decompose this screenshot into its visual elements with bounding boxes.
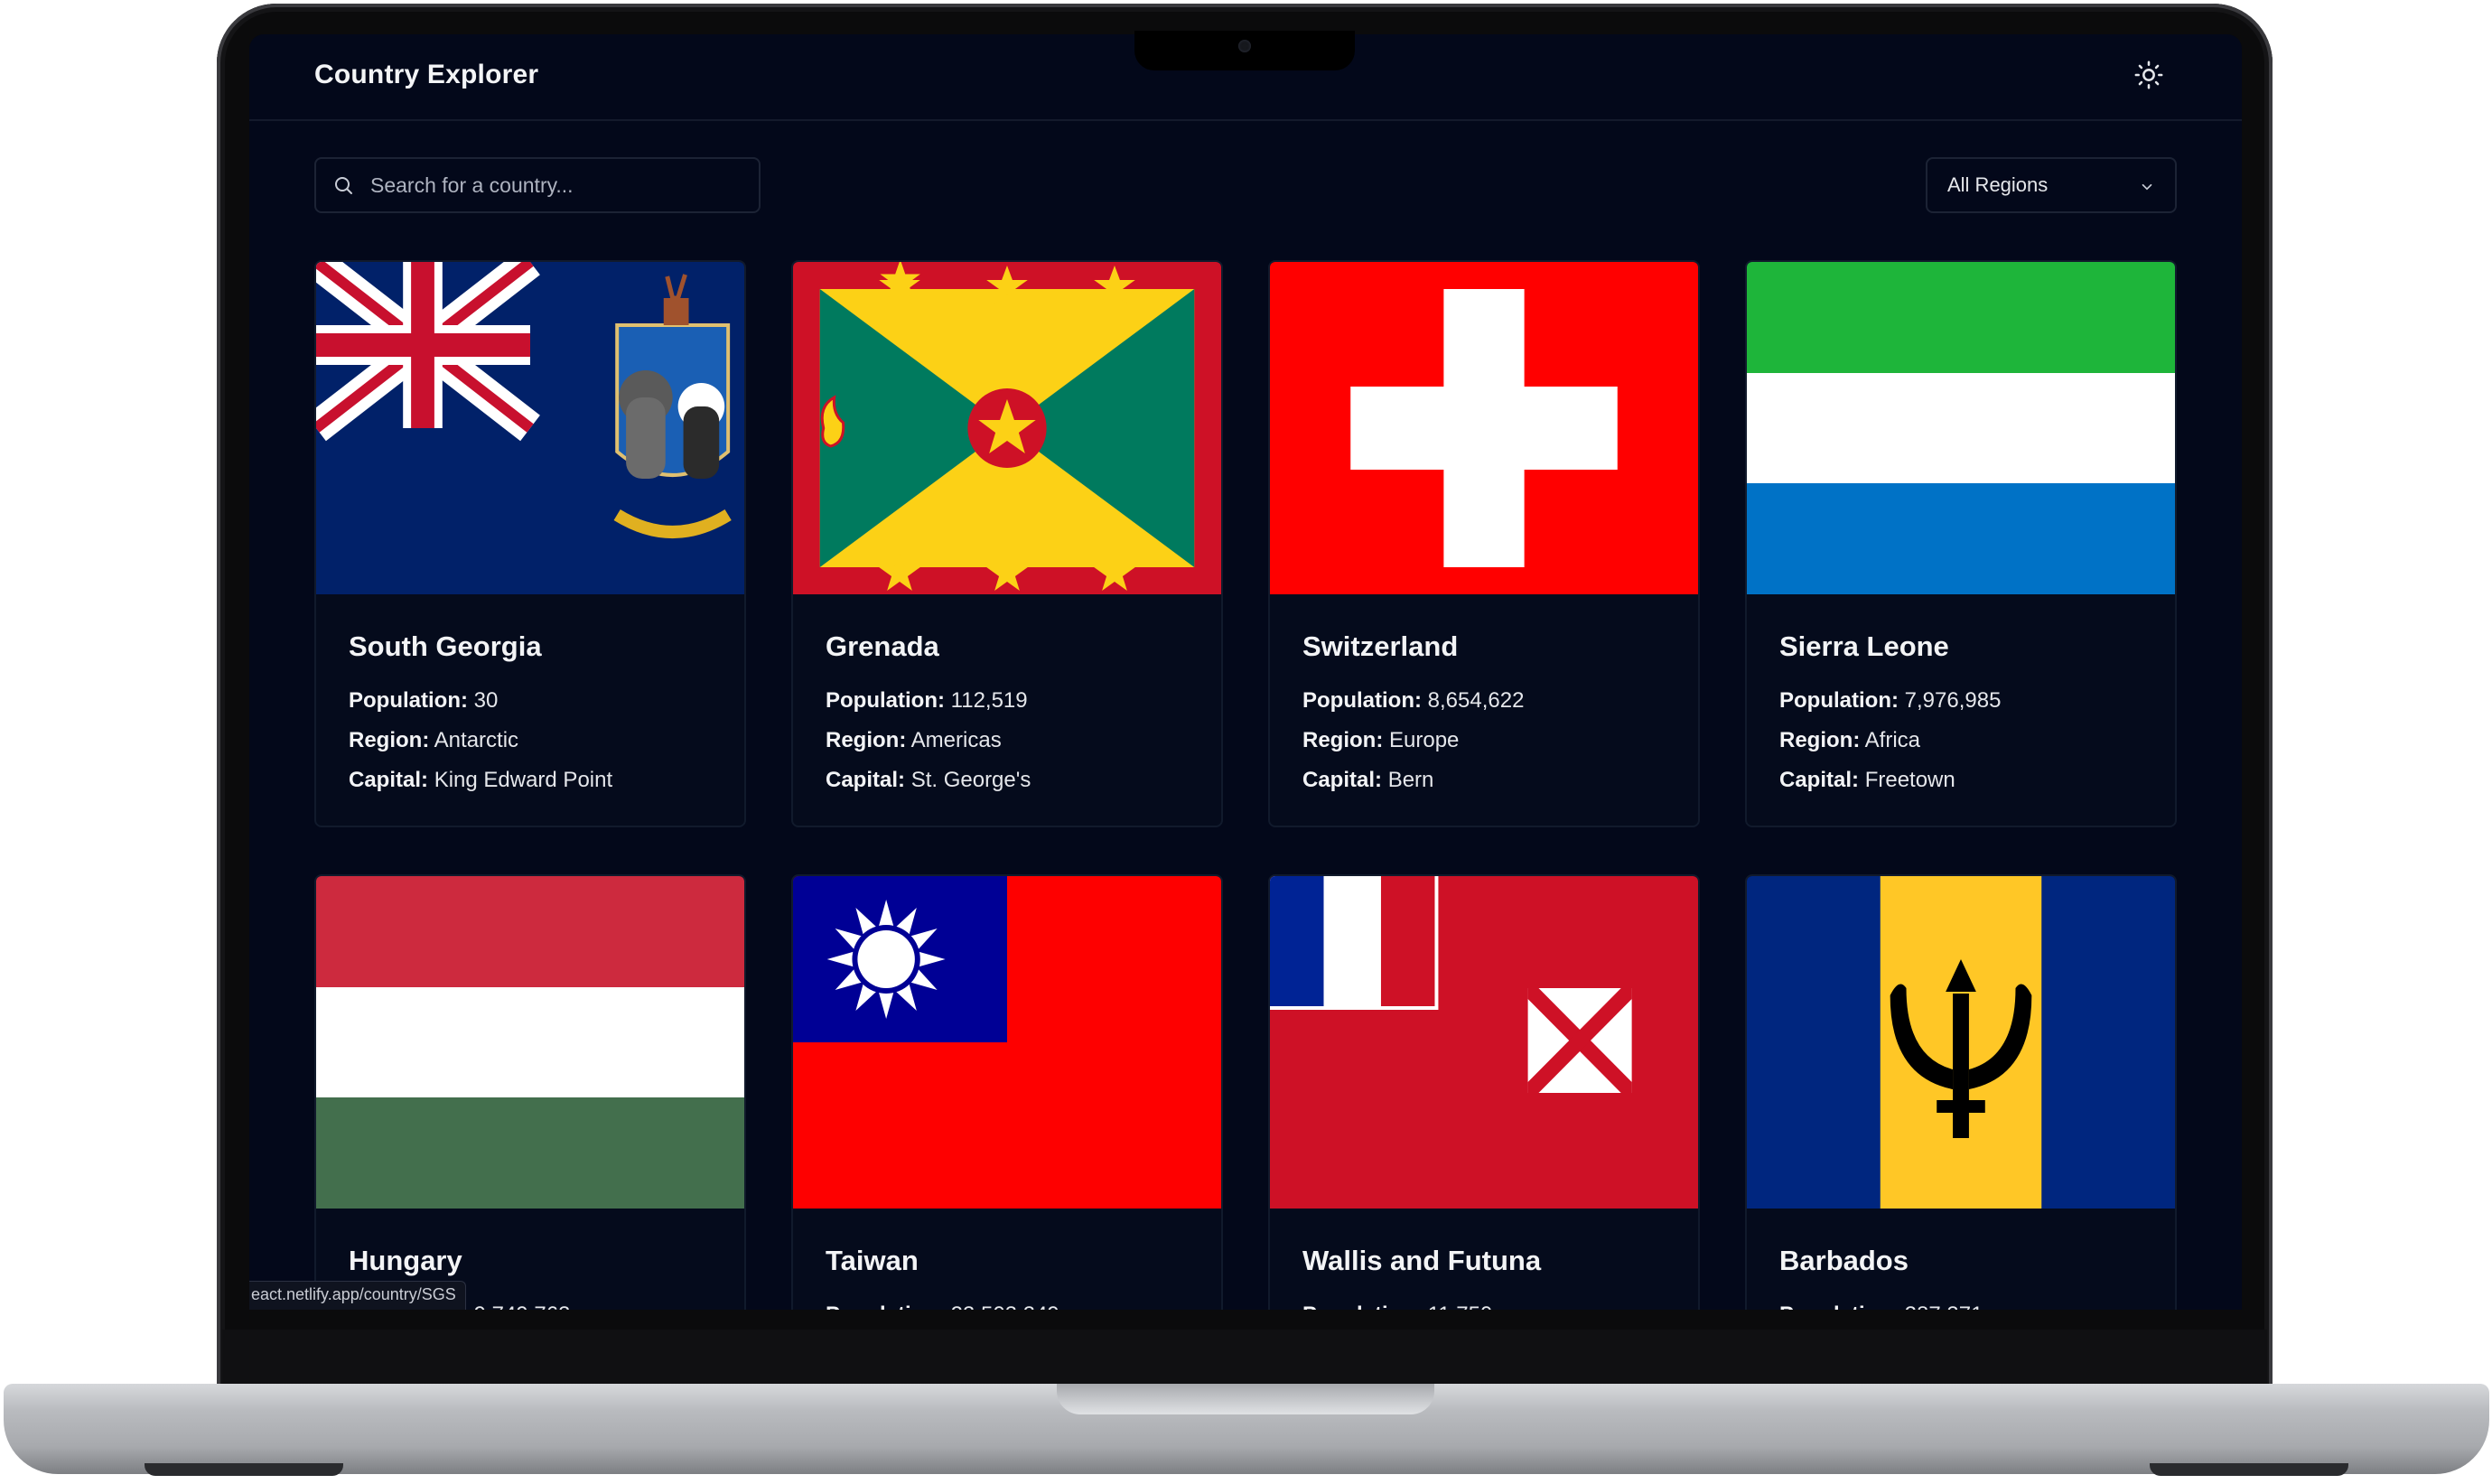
region-value: Antarctic: [434, 728, 519, 752]
switzerland-flag: [1270, 262, 1698, 594]
population-label: Population:: [1779, 1302, 1899, 1310]
capital-label: Capital:: [1779, 768, 1860, 792]
population-label: Population:: [1779, 688, 1899, 713]
grenada-flag: [793, 262, 1221, 594]
population-row: Population: 287,371: [1779, 1295, 2142, 1310]
region-row: Region: Europe: [1302, 721, 1666, 761]
hungary-flag: [316, 876, 744, 1209]
population-row: Population: 30: [349, 681, 712, 721]
region-value: Africa: [1864, 728, 1921, 752]
country-card[interactable]: Barbados Population: 287,371: [1745, 874, 2177, 1310]
south-georgia-flag: [316, 262, 744, 594]
country-card[interactable]: Switzerland Population: 8,654,622 Region…: [1268, 260, 1700, 827]
country-name: Sierra Leone: [1779, 630, 1949, 662]
camera-icon: [1238, 40, 1251, 52]
laptop-chin: [222, 1330, 2267, 1387]
laptop-foot-right: [2150, 1463, 2348, 1476]
app-title[interactable]: Country Explorer: [314, 60, 538, 90]
population-value: 112,519: [950, 688, 1028, 713]
country-card[interactable]: Grenada Population: 112,519 Region: Amer…: [791, 260, 1223, 827]
region-row: Region: Americas: [826, 721, 1189, 761]
camera-notch: [1134, 31, 1355, 70]
region-value: Americas: [910, 728, 1002, 752]
region-label: Region:: [349, 728, 430, 752]
barbados-flag: [1747, 876, 2175, 1209]
laptop-foot-left: [145, 1463, 343, 1476]
capital-value: Bern: [1387, 768, 1434, 792]
country-name: Wallis and Futuna: [1302, 1245, 1542, 1276]
country-name: Hungary: [349, 1245, 462, 1276]
population-value: 9,749,763: [474, 1302, 571, 1310]
population-row: Population: 112,519: [826, 681, 1189, 721]
capital-label: Capital:: [1302, 768, 1383, 792]
capital-value: St. George's: [910, 768, 1031, 792]
population-value: 30: [473, 688, 499, 713]
capital-row: Capital: Freetown: [1779, 761, 2142, 800]
capital-row: Capital: St. George's: [826, 761, 1189, 800]
population-label: Population:: [349, 688, 468, 713]
population-label: Population:: [826, 688, 945, 713]
region-filter-value: All Regions: [1947, 173, 2049, 196]
population-label: Population:: [1302, 688, 1422, 713]
region-row: Region: Africa: [1779, 721, 2142, 761]
region-filter-select[interactable]: All Regions: [1926, 157, 2177, 213]
population-value: 8,654,622: [1427, 688, 1525, 713]
app-screen: Country Explorer All Regions: [249, 34, 2242, 1310]
region-label: Region:: [826, 728, 907, 752]
region-label: Region:: [1302, 728, 1384, 752]
search-icon: [332, 174, 354, 196]
capital-label: Capital:: [349, 768, 429, 792]
population-row: Population: 7,976,985: [1779, 681, 2142, 721]
capital-value: Freetown: [1864, 768, 1955, 792]
capital-value: King Edward Point: [434, 768, 613, 792]
chevron-down-icon: [2139, 177, 2155, 193]
status-bar-url: eact.netlify.app/country/SGS: [249, 1281, 466, 1310]
country-card[interactable]: Sierra Leone Population: 7,976,985 Regio…: [1745, 260, 2177, 827]
region-row: Region: Antarctic: [349, 721, 712, 761]
sierra-leone-flag: [1747, 262, 2175, 594]
population-value: 7,976,985: [1904, 688, 2002, 713]
population-value: 287,371: [1905, 1302, 1983, 1310]
country-card[interactable]: Hungary Population: 9,749,763: [314, 874, 746, 1310]
country-name: Taiwan: [826, 1245, 919, 1276]
country-card[interactable]: Taiwan Population: 23,503,349: [791, 874, 1223, 1310]
population-row: Population: 8,654,622: [1302, 681, 1666, 721]
laptop-opening-notch: [1057, 1384, 1434, 1414]
search-input[interactable]: [369, 172, 759, 199]
country-name: Grenada: [826, 630, 939, 662]
population-label: Population:: [826, 1302, 945, 1310]
population-label: Population:: [1302, 1302, 1422, 1310]
population-row: Population: 11,750: [1302, 1295, 1666, 1310]
population-row: Population: 23,503,349: [826, 1295, 1189, 1310]
taiwan-flag: [793, 876, 1221, 1209]
country-name: Barbados: [1779, 1245, 1909, 1276]
search-box: [314, 157, 761, 213]
capital-row: Capital: King Edward Point: [349, 761, 712, 800]
country-card[interactable]: South Georgia Population: 30 Region: Ant…: [314, 260, 746, 827]
capital-row: Capital: Bern: [1302, 761, 1666, 800]
country-card[interactable]: Wallis and Futuna Population: 11,750: [1268, 874, 1700, 1310]
country-name: Switzerland: [1302, 630, 1459, 662]
region-value: Europe: [1389, 728, 1460, 752]
population-value: 11,750: [1428, 1302, 1493, 1310]
population-value: 23,503,349: [951, 1302, 1059, 1310]
region-label: Region:: [1779, 728, 1861, 752]
wallis-futuna-flag: [1270, 876, 1698, 1209]
sun-icon[interactable]: [2133, 60, 2164, 90]
country-grid: South Georgia Population: 30 Region: Ant…: [314, 260, 2177, 1310]
capital-label: Capital:: [826, 768, 906, 792]
country-name: South Georgia: [349, 630, 542, 662]
